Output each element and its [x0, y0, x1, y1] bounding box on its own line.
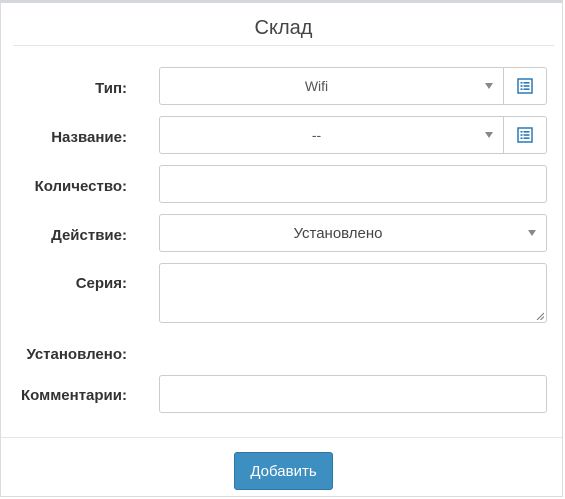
panel-title: Склад — [13, 3, 554, 46]
type-list-button[interactable] — [504, 67, 547, 105]
series-textarea[interactable] — [159, 263, 547, 323]
type-label: Тип: — [95, 80, 127, 97]
action-select-value: Установлено — [293, 224, 383, 242]
type-select[interactable]: Wifi — [159, 67, 504, 105]
caret-down-icon — [485, 83, 493, 89]
warehouse-panel: Склад Тип: Wifi Название: -- Количество:… — [0, 0, 563, 497]
name-label: Название: — [51, 129, 127, 146]
add-button[interactable]: Добавить — [234, 452, 333, 490]
series-label: Серия: — [75, 275, 127, 292]
installed-label: Установлено: — [26, 346, 127, 363]
type-select-value: Wifi — [304, 78, 329, 94]
resize-grip-icon[interactable] — [536, 312, 544, 320]
name-select-value: -- — [311, 127, 322, 143]
comments-label: Комментарии: — [20, 387, 127, 404]
caret-down-icon — [528, 230, 536, 236]
comments-input[interactable] — [159, 375, 547, 413]
list-icon — [517, 78, 533, 94]
name-list-button[interactable] — [504, 116, 547, 154]
quantity-input[interactable] — [159, 165, 547, 203]
action-label: Действие: — [51, 227, 127, 244]
footer-divider — [1, 437, 562, 438]
quantity-label: Количество: — [34, 178, 127, 195]
list-icon — [517, 127, 533, 143]
caret-down-icon — [485, 132, 493, 138]
action-select[interactable]: Установлено — [159, 214, 547, 252]
name-select[interactable]: -- — [159, 116, 504, 154]
